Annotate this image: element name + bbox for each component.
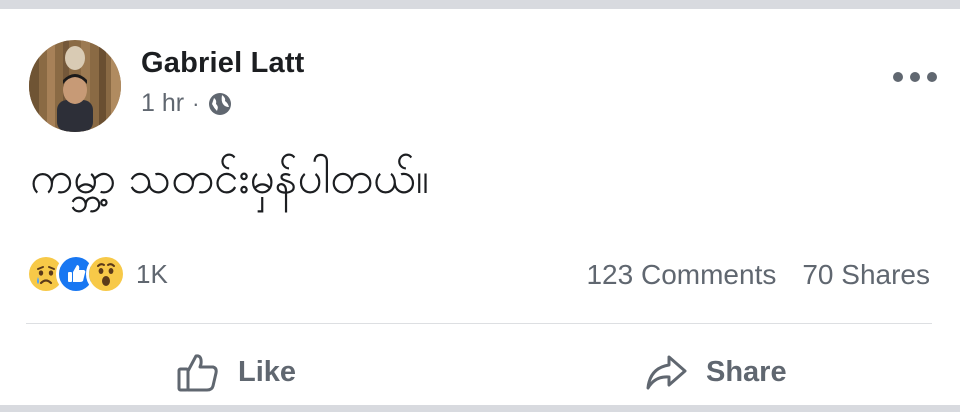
avatar-photo [29, 40, 121, 132]
wow-reaction-icon [86, 254, 126, 294]
post-time[interactable]: 1 hr [141, 89, 184, 118]
post-message: ကမ္ဘာ့ သတင်းမှန်ပါတယ်။ [30, 154, 429, 203]
author-name[interactable]: Gabriel Latt [141, 47, 305, 80]
engagement-stats: 123 Comments 70 Shares [586, 259, 930, 291]
meta-separator: · [192, 90, 200, 116]
reaction-summary[interactable]: 1K [26, 254, 168, 294]
share-arrow-icon [646, 355, 687, 390]
avatar[interactable] [29, 40, 121, 132]
top-separator-band [0, 0, 960, 9]
shares-count-link[interactable]: 70 Shares [802, 259, 930, 291]
post-card: Gabriel Latt 1 hr · ကမ္ဘာ့ သတင်းမှန်ပါတယ… [0, 9, 960, 405]
actions-divider [26, 323, 932, 324]
more-options-icon[interactable] [893, 69, 937, 85]
bottom-separator-band [0, 405, 960, 412]
share-label: Share [706, 355, 787, 388]
comments-count-link[interactable]: 123 Comments [586, 259, 776, 291]
reaction-count: 1K [136, 258, 168, 289]
like-label: Like [238, 355, 297, 388]
globe-icon [207, 91, 233, 117]
thumbs-up-icon [177, 354, 218, 392]
like-button[interactable]: Like [176, 344, 296, 400]
post-meta: 1 hr · [141, 89, 233, 118]
share-button[interactable]: Share [644, 344, 787, 400]
